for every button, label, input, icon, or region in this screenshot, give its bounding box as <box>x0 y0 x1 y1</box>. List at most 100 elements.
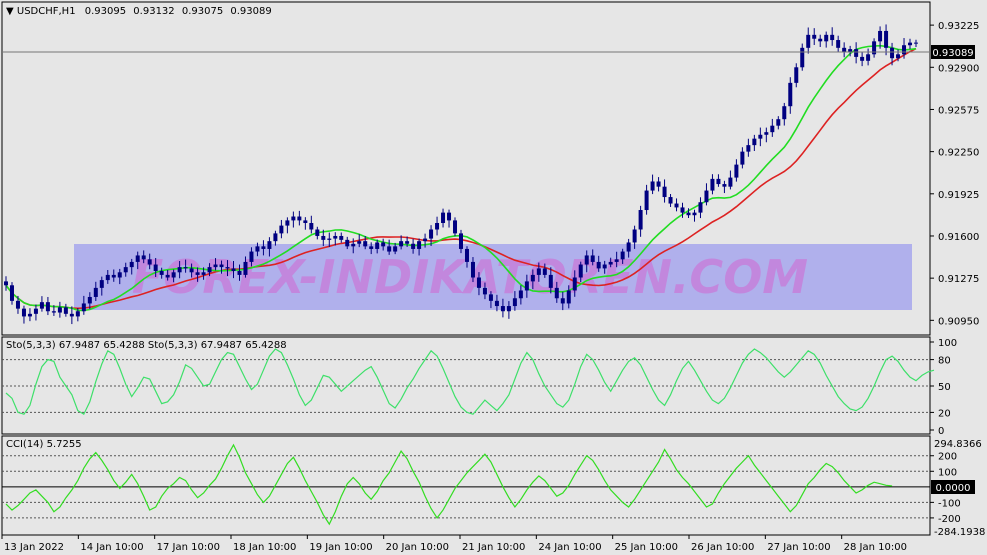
candle-body <box>393 246 398 252</box>
candle-body <box>554 287 559 299</box>
candle-body <box>327 238 332 240</box>
candle-body <box>482 287 487 295</box>
candle-body <box>309 223 314 230</box>
candle-body <box>512 298 517 307</box>
candle-body <box>267 241 272 249</box>
candle-body <box>135 255 140 262</box>
candle-body <box>650 181 655 191</box>
candle-body <box>596 261 601 269</box>
candle-body <box>177 267 182 273</box>
candle-body <box>183 267 188 269</box>
price-tick-label: 0.91600 <box>938 232 979 243</box>
candle-body <box>740 151 745 165</box>
candle-body <box>488 294 493 301</box>
candle-body <box>405 241 410 244</box>
candle-body <box>602 264 607 269</box>
candle-body <box>285 220 290 226</box>
candle-body <box>890 47 895 59</box>
symbol-marker: ▼ <box>6 6 17 17</box>
candle-body <box>249 251 254 262</box>
candle-body <box>494 300 499 307</box>
price-tick-label: 0.92250 <box>938 148 979 159</box>
candle-body <box>686 212 691 216</box>
stochastic-tick-label: 50 <box>938 382 951 393</box>
candle-body <box>231 268 236 272</box>
candle-body <box>470 261 475 278</box>
time-tick-label: 13 Jan 2022 <box>4 542 64 553</box>
candle-body <box>878 30 883 42</box>
candle-body <box>9 285 14 301</box>
current-price-text: 0.93089 <box>932 48 973 59</box>
candle-body <box>201 272 206 275</box>
candle-body <box>506 306 511 312</box>
candle-body <box>195 272 200 275</box>
time-tick-label: 19 Jan 10:00 <box>309 542 372 553</box>
time-tick-label: 21 Jan 10:00 <box>462 542 525 553</box>
candle-body <box>417 241 422 249</box>
candle-body <box>914 42 918 44</box>
candle-body <box>698 202 703 213</box>
candle-body <box>818 38 823 42</box>
candle-body <box>746 145 751 152</box>
candle-body <box>860 56 865 61</box>
candle-body <box>381 242 386 247</box>
candle-body <box>15 300 20 309</box>
candle-body <box>441 212 446 223</box>
price-tick-label: 0.92900 <box>938 63 979 74</box>
candle-body <box>608 261 613 265</box>
candle-body <box>33 308 38 314</box>
candle-body <box>447 212 452 221</box>
candle-body <box>842 47 847 52</box>
candle-body <box>548 274 553 288</box>
candle-body <box>159 271 164 275</box>
candle-body <box>345 239 350 247</box>
candle-body <box>4 281 8 286</box>
candle-body <box>788 82 793 107</box>
candle-body <box>237 271 242 275</box>
cci-tick-label: 200 <box>938 452 957 463</box>
time-tick-label: 26 Jan 10:00 <box>691 542 754 553</box>
candle-body <box>87 296 92 304</box>
close-value: 0.93089 <box>230 6 271 17</box>
candle-body <box>902 45 907 55</box>
candle-body <box>710 178 715 191</box>
candle-body <box>644 190 649 211</box>
candle-body <box>99 280 104 288</box>
candle-body <box>291 216 296 221</box>
candle-body <box>27 313 32 317</box>
candle-body <box>213 264 218 268</box>
open-value: 0.93095 <box>85 6 126 17</box>
candle-body <box>39 302 44 309</box>
candle-body <box>21 308 26 317</box>
candle-body <box>734 164 739 178</box>
cci-tick-label: -100 <box>938 498 961 509</box>
candle-body <box>51 311 56 313</box>
candle-body <box>69 313 74 317</box>
candle-body <box>369 246 374 249</box>
candle-body <box>764 132 769 135</box>
candle-body <box>165 274 170 278</box>
candle-body <box>315 229 320 236</box>
candle-body <box>189 268 194 273</box>
candle-body <box>453 220 458 234</box>
symbol-label: ▼ USDCHF,H1 0.93095 0.93132 0.93075 0.93… <box>6 6 272 17</box>
stochastic-tick-label: 80 <box>938 356 951 367</box>
time-tick-label: 27 Jan 10:00 <box>767 542 830 553</box>
candle-body <box>45 302 50 312</box>
candle-body <box>908 42 913 46</box>
candle-body <box>800 47 805 68</box>
time-tick-label: 24 Jan 10:00 <box>538 542 601 553</box>
price-axis: 0.93225 0.92900 0.92575 0.92250 0.91925 0.916… <box>930 21 979 327</box>
candle-body <box>476 277 481 288</box>
candle-body <box>776 119 781 126</box>
candle-body <box>656 181 661 187</box>
candle-body <box>75 311 80 317</box>
candle-body <box>423 238 428 242</box>
candle-body <box>363 241 368 247</box>
price-tick-label: 0.92575 <box>938 105 979 116</box>
candle-body <box>261 246 266 249</box>
candle-body <box>752 138 757 146</box>
candle-body <box>812 34 817 39</box>
candle-body <box>105 274 110 281</box>
cci-bottom-value: -284.1938 <box>934 527 985 538</box>
